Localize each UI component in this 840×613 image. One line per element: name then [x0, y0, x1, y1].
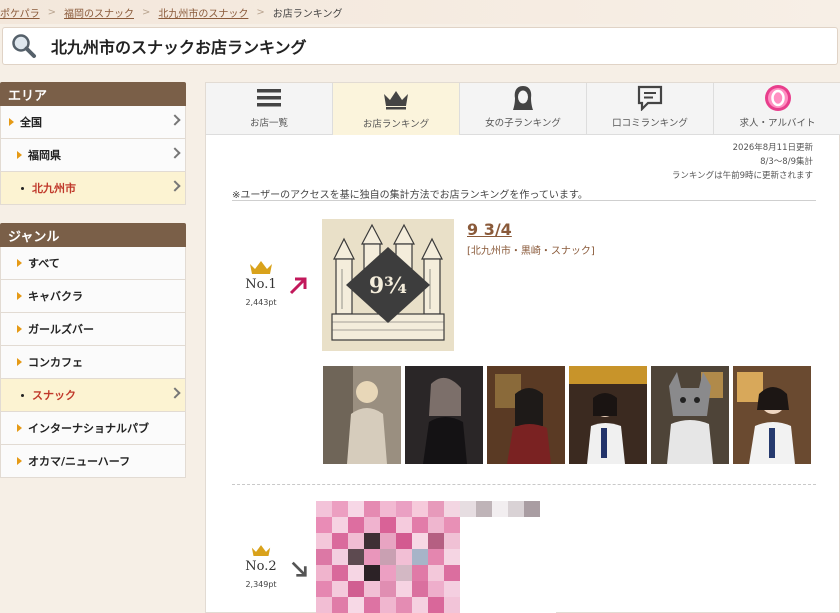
- girl-icon: [512, 85, 534, 111]
- cast-photo-strip: [323, 366, 811, 464]
- gold-crown-icon: [251, 545, 271, 556]
- breadcrumb-link-pokepara[interactable]: ポケパラ: [0, 5, 40, 20]
- breadcrumb-link-kitakyushu[interactable]: 北九州市のスナック: [158, 5, 248, 20]
- sidebar-item-label: ガールズバー: [28, 323, 94, 336]
- shop-logo-image[interactable]: 9¾: [322, 219, 454, 351]
- sidebar-item-label: すべて: [28, 257, 60, 270]
- tab-label: 女の子ランキング: [485, 118, 561, 129]
- shop-logo-text: 9¾: [369, 273, 407, 299]
- bullet-triangle-icon: [17, 358, 22, 366]
- area-heading: エリア: [0, 82, 186, 106]
- chevron-right-icon: [169, 147, 181, 159]
- tab-label: 口コミランキング: [612, 118, 688, 129]
- divider: [232, 200, 816, 201]
- update-date: 2026年8月11日更新: [732, 143, 813, 153]
- sidebar-item-cabaret[interactable]: キャバクラ: [0, 280, 186, 313]
- tab-review-ranking[interactable]: 口コミランキング: [587, 83, 714, 135]
- cast-photo[interactable]: [405, 366, 483, 464]
- rank-points: 2,349pt: [245, 580, 277, 589]
- cast-photo[interactable]: [651, 366, 729, 464]
- bullet-triangle-icon: [17, 151, 22, 159]
- bullet-triangle-icon: [17, 292, 22, 300]
- trend-down-arrow-icon: [291, 561, 307, 577]
- sidebar-item-fukuoka[interactable]: 福岡県: [0, 139, 186, 172]
- bullet-dot-icon: [21, 393, 24, 397]
- tab-shop-ranking[interactable]: お店ランキング: [333, 83, 460, 135]
- breadcrumb-link-fukuoka[interactable]: 福岡のスナック: [64, 5, 134, 20]
- sidebar-item-label: スナック: [32, 389, 76, 402]
- divider: [232, 484, 816, 485]
- sidebar-item-concafe[interactable]: コンカフェ: [0, 346, 186, 379]
- sidebar-item-label: インターナショナルパブ: [28, 422, 149, 435]
- sidebar-item-international-pub[interactable]: インターナショナルパブ: [0, 412, 186, 445]
- cast-photo[interactable]: [323, 366, 401, 464]
- update-period: 8/3～8/9集計: [760, 157, 813, 167]
- list-icon: [256, 85, 282, 111]
- bullet-triangle-icon: [17, 457, 22, 465]
- sidebar-item-kitakyushu[interactable]: 北九州市: [0, 172, 186, 205]
- crown-icon: [382, 86, 410, 112]
- sidebar-item-label: 全国: [20, 116, 42, 129]
- bullet-triangle-icon: [9, 118, 14, 126]
- genre-heading: ジャンル: [0, 223, 186, 247]
- search-bar[interactable]: 北九州市のスナックお店ランキング: [2, 27, 838, 65]
- rank-label: No.2: [245, 559, 277, 574]
- breadcrumb-separator: >: [142, 6, 151, 18]
- rank-points: 2,443pt: [245, 298, 277, 307]
- sidebar-item-zenkoku[interactable]: 全国: [0, 106, 186, 139]
- speech-bubble-icon: [636, 85, 664, 111]
- update-info: 2026年8月11日更新 8/3～8/9集計 ランキングは午前9時に更新されます: [672, 141, 813, 183]
- pixelated-shop-image[interactable]: [316, 501, 556, 613]
- bullet-triangle-icon: [17, 259, 22, 267]
- sidebar-item-label: 福岡県: [28, 149, 61, 162]
- search-icon[interactable]: [11, 33, 37, 59]
- tab-shop-list[interactable]: お店一覧: [206, 83, 333, 135]
- ranking-panel: お店一覧 お店ランキング 女の子ランキング 口コミランキング 求人・アルバイト: [205, 82, 840, 613]
- cast-photo[interactable]: [569, 366, 647, 464]
- rank-label: No.1: [245, 277, 277, 292]
- rank-2-badge: No.2 2,349pt: [231, 544, 291, 589]
- rank-1-badge: No.1 2,443pt: [231, 260, 291, 307]
- sidebar-item-label: オカマ/ニューハーフ: [28, 455, 131, 468]
- page-title: 北九州市のスナックお店ランキング: [51, 38, 307, 57]
- chevron-right-icon: [169, 180, 181, 192]
- sidebar-item-label: キャバクラ: [28, 290, 83, 303]
- tab-label: お店一覧: [249, 118, 288, 129]
- tab-job[interactable]: 求人・アルバイト: [714, 83, 840, 135]
- update-schedule: ランキングは午前9時に更新されます: [671, 171, 813, 181]
- tab-bar: お店一覧 お店ランキング 女の子ランキング 口コミランキング 求人・アルバイト: [206, 83, 840, 135]
- gold-crown-icon: [250, 261, 272, 274]
- breadcrumb-current: お店ランキング: [272, 8, 343, 20]
- breadcrumb: ポケパラ > 福岡のスナック > 北九州市のスナック > お店ランキング: [0, 0, 840, 24]
- tab-label: 求人・アルバイト: [739, 118, 816, 129]
- shop-name-link[interactable]: 9 3/4: [467, 220, 512, 239]
- sidebar-item-all[interactable]: すべて: [0, 247, 186, 280]
- sidebar-item-label: 北九州市: [32, 182, 76, 195]
- cast-photo[interactable]: [487, 366, 565, 464]
- ranking-note: ※ユーザーのアクセスを基に独自の集計方法でお店ランキングを作っています。: [232, 190, 588, 201]
- job-ring-icon: [764, 85, 792, 111]
- chevron-right-icon: [169, 114, 181, 126]
- bullet-triangle-icon: [17, 325, 22, 333]
- cast-photo[interactable]: [733, 366, 811, 464]
- chevron-right-icon: [169, 387, 181, 399]
- tab-girl-ranking[interactable]: 女の子ランキング: [460, 83, 587, 135]
- sidebar-item-snack[interactable]: スナック: [0, 379, 186, 412]
- breadcrumb-separator: >: [47, 6, 56, 18]
- tab-label: お店ランキング: [362, 119, 430, 130]
- trend-up-arrow-icon: [289, 277, 307, 295]
- bullet-dot-icon: [21, 186, 24, 190]
- sidebar-item-label: コンカフェ: [28, 356, 83, 369]
- bullet-triangle-icon: [17, 424, 22, 432]
- sidebar-item-girls-bar[interactable]: ガールズバー: [0, 313, 186, 346]
- breadcrumb-separator: >: [256, 6, 265, 18]
- sidebar-item-okama[interactable]: オカマ/ニューハーフ: [0, 445, 186, 478]
- shop-meta: [北九州市・黒崎・スナック]: [467, 246, 595, 257]
